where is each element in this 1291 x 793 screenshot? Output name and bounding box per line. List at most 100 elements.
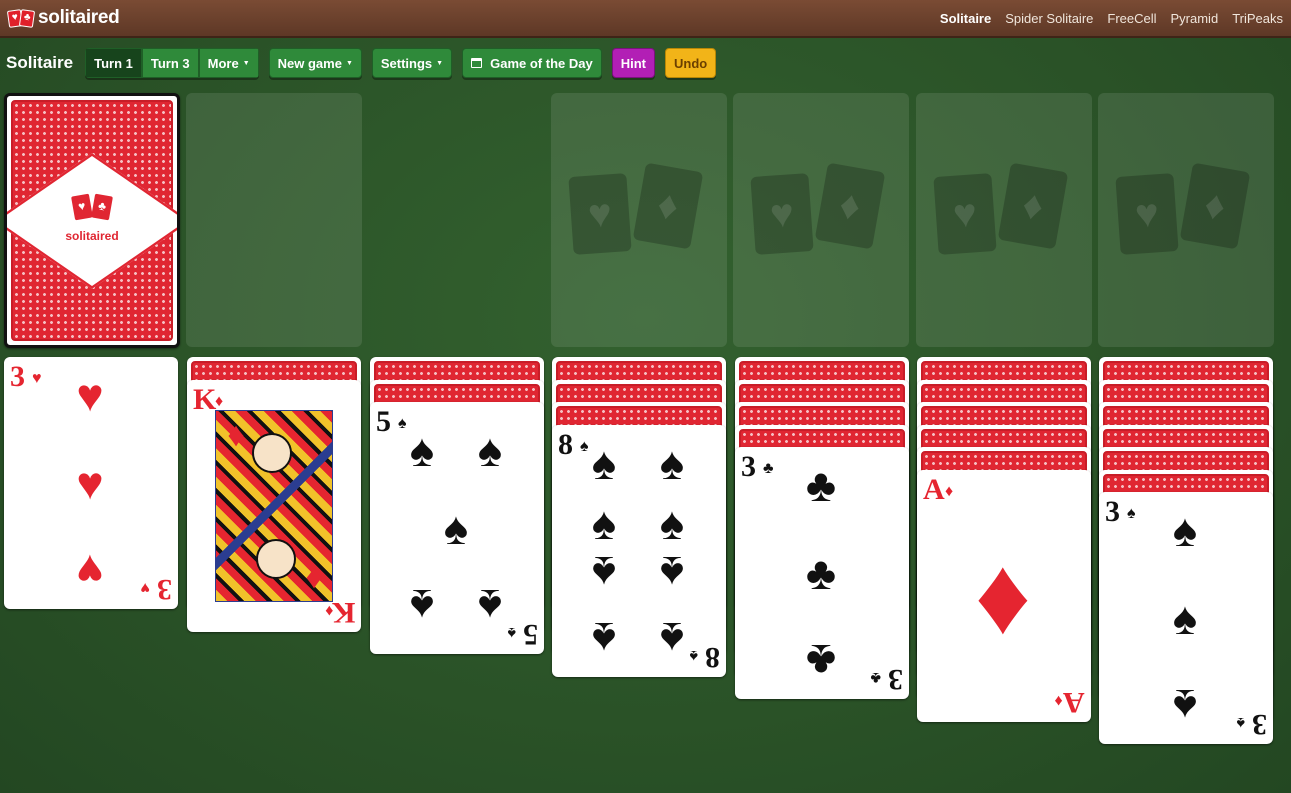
tableau-card-3[interactable]: 3 ♥ 3 ♥ ♥ ♥ ♥ [4,357,178,609]
card-pip-icon: ♠ [591,612,617,665]
main-nav: Solitaire Spider Solitaire FreeCell Pyra… [940,11,1283,26]
card-suit-icon: ♦ [1054,691,1063,709]
card-pip-icon: ♠ [659,546,685,599]
card-rank: 5 [523,618,538,651]
card-rank: 3 [741,450,756,483]
more-label: More [207,55,239,71]
card-pip-icon: ♣ [805,635,837,687]
turn-3-button[interactable]: Turn 3 [141,48,199,78]
top-bar: ♥ ♣ solitaired Solitaire Spider Solitaire… [0,0,1291,38]
nav-solitaire[interactable]: Solitaire [940,11,991,26]
card-suit-icon: ♠ [580,437,589,455]
settings-button[interactable]: Settings ▼ [371,48,453,78]
waste-pile[interactable] [186,93,362,347]
card-suit-icon: ♠ [1236,714,1246,731]
card-pip-icon: ♠ [409,580,435,632]
card-suit-icon: ♠ [398,415,407,432]
game-toolbar: Solitaire Turn 1 Turn 3 More ▼ New game … [6,47,717,79]
game-of-the-day-button[interactable]: Game of the Day [462,48,602,78]
calendar-icon [471,58,483,68]
card-pip-icon: ♠ [659,496,685,549]
card-index: A ♦ [923,472,953,506]
foundation-slot-4[interactable]: ♥ ♦ [1098,93,1274,347]
card-pip-icon: ♠ [1172,592,1198,644]
card-pip-icon: ♠ [409,424,435,476]
card-pip-icon: ♠ [591,546,617,599]
hint-button[interactable]: Hint [611,48,655,78]
card-suit-icon: ♠ [1127,505,1136,522]
stock-pile[interactable]: ♥ ♣ solitaired [4,93,180,348]
card-pip-icon: ♠ [659,436,685,489]
nav-tripeaks[interactable]: TriPeaks [1232,11,1283,26]
card-pip-icon: ♠ [591,436,617,489]
game-title: Solitaire [6,53,74,72]
card-pip-icon: ♥ [76,545,104,597]
card-index: 8 ♠ [690,641,721,674]
settings-label: Settings [380,55,433,71]
card-index: 3 ♣ [871,663,904,696]
card-rank: 8 [558,427,573,461]
brand-logo[interactable]: ♥ ♣ solitaired [6,7,120,29]
card-suit-icon: ♠ [507,624,517,641]
tableau-card-5[interactable]: 5 ♠ 5 ♠ ♠ ♠ ♠ ♠ ♠ [370,402,544,654]
caret-down-icon: ▼ [242,59,250,67]
card-index: K ♦ [193,382,223,416]
card-rank: A [923,472,945,506]
turn-1-button[interactable]: Turn 1 [85,48,142,78]
card-suit-icon: ♣ [870,669,882,686]
foundation-slot-3[interactable]: ♥ ♦ [916,93,1092,347]
undo-button[interactable]: Undo [664,48,717,78]
card-rank: 3 [1252,708,1267,741]
diamond-icon: ♦ [227,415,245,454]
king-face-art: ♦ ♦ [215,409,333,602]
card-index: K ♦ [325,595,355,629]
tableau-card-k[interactable]: K ♦ K ♦ ♦ ♦ [187,379,361,632]
card-index: 3 ♥ [141,573,173,606]
card-index: 5 ♠ [376,407,407,437]
card-pip-icon: ♠ [477,424,503,476]
foundation-slot-2[interactable]: ♥ ♦ [733,93,909,347]
nav-spider-solitaire[interactable]: Spider Solitaire [1005,11,1093,26]
foundation-slot-1[interactable]: ♥ ♦ [551,93,727,347]
card-suit-icon: ♦ [945,482,954,500]
card-suit-icon: ♠ [689,646,699,664]
card-pip-icon: ♠ [477,580,503,632]
card-rank: 3 [157,573,172,606]
tableau-card-a[interactable]: A ♦ A ♦ ♦ [917,469,1091,722]
tableau-card-3[interactable]: 3 ♣ 3 ♣ ♣ ♣ ♣ [735,447,909,699]
nav-pyramid[interactable]: Pyramid [1171,11,1219,26]
card-index: A ♦ [1055,685,1085,719]
card-rank: 3 [10,360,25,393]
mode-button-group: Turn 1 Turn 3 More ▼ [85,48,259,78]
tableau-card-3[interactable]: 3 ♠ 3 ♠ ♠ ♠ ♠ [1099,492,1273,744]
card-back-logo: ♥ ♣ solitaired [7,152,177,289]
card-back-brand: solitaired [65,228,119,243]
card-pip-icon: ♠ [443,502,469,554]
card-rank: 3 [888,663,903,696]
card-pip-icon: ♥ [76,369,104,421]
caret-down-icon: ▼ [436,59,444,67]
card-suit-icon: ♥ [140,579,151,596]
card-pip-icon: ♦ [974,533,1032,657]
cards-icon: ♥ ♣ [71,193,113,220]
card-rank: K [193,382,217,416]
card-pip-icon: ♠ [1172,680,1198,732]
card-index: 8 ♠ [558,427,589,461]
caret-down-icon: ▼ [345,59,353,67]
new-game-button[interactable]: New game ▼ [268,48,362,78]
nav-freecell[interactable]: FreeCell [1107,11,1156,26]
brand-name: solitaired [38,7,120,28]
diamond-icon: ♦ [305,557,323,596]
card-index: 3 ♣ [741,450,774,483]
more-button[interactable]: More ▼ [198,48,259,78]
card-rank: K [331,595,355,629]
card-index: 5 ♠ [508,618,539,651]
card-pip-icon: ♣ [805,459,837,511]
card-suit-icon: ♣ [763,460,774,477]
card-pip-icon: ♠ [659,612,685,665]
card-index: 3 ♠ [1237,708,1268,741]
card-index: 3 ♠ [1105,497,1136,527]
card-rank: A [1063,685,1085,719]
tableau-card-8[interactable]: 8 ♠ 8 ♠ ♠ ♠ ♠ ♠ ♠ ♠ ♠ ♠ [552,424,726,677]
game-of-the-day-label: Game of the Day [490,55,593,71]
